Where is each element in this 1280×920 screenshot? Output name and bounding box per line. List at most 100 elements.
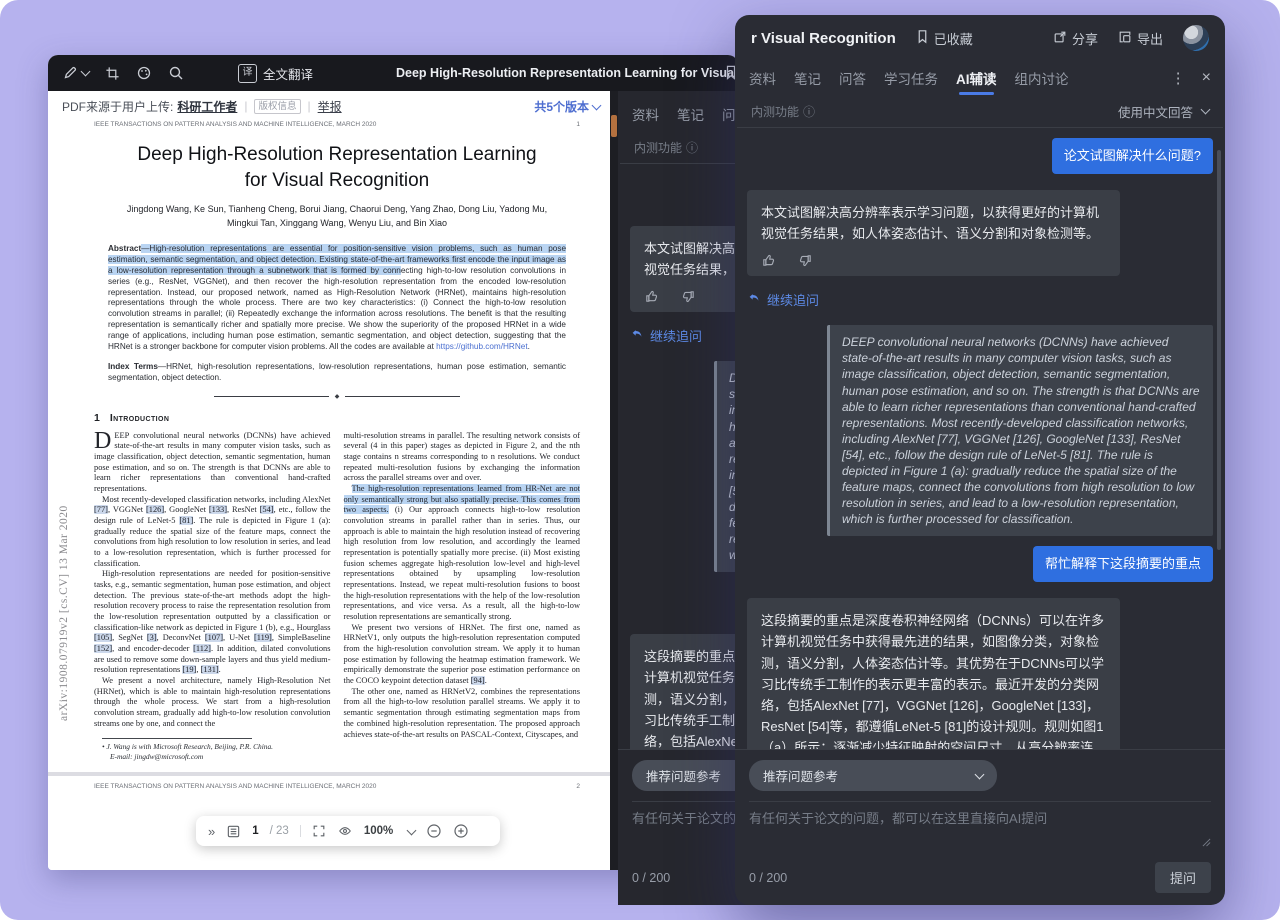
- paragraph: The other one, named as HRNetV2, combine…: [343, 686, 581, 739]
- thumbs-down-icon[interactable]: [798, 253, 813, 268]
- divider: [299, 825, 301, 837]
- pdf-page-1: IEEE TRANSACTIONS ON PATTERN ANALYSIS AN…: [48, 119, 610, 790]
- tab-tasks[interactable]: 学习任务: [884, 68, 938, 88]
- pdf-page-area: PDF来源于用户上传: 科研工作者 | 版权信息 | 举报 共5个版本 IEEE…: [48, 91, 610, 870]
- paragraph: We present two versions of HRNet. The fi…: [343, 622, 580, 686]
- page-number-input[interactable]: 1: [252, 825, 258, 837]
- paper-title: Deep High-Resolution Representation Lear…: [137, 144, 537, 191]
- panel-header: r Visual Recognition 已收藏 分享 导出: [735, 15, 1225, 61]
- expand-toolbar-button[interactable]: »: [208, 824, 215, 839]
- share-button[interactable]: 分享: [1053, 29, 1098, 48]
- page-number: 2: [576, 783, 580, 791]
- right-column: multi-resolution streams in parallel. Th…: [343, 430, 581, 763]
- follow-up-link[interactable]: 继续追问: [747, 290, 1213, 309]
- translate-icon: 译: [238, 63, 257, 83]
- chevron-down-icon: [591, 100, 602, 111]
- crop-tool-button[interactable]: [105, 66, 120, 81]
- tab-qa[interactable]: 问答: [839, 68, 866, 88]
- ai-message: 本文试图解决高分辨率表示学习问题，以获得更好的计算机视觉任务结果，如人体姿态估计…: [747, 190, 1120, 277]
- paragraph: We present a novel architecture, namely …: [94, 676, 331, 728]
- document-title: Deep High-Resolution Representation Lear…: [396, 66, 738, 80]
- reply-icon: [747, 291, 761, 308]
- github-link[interactable]: https://github.com/HRNet: [436, 342, 527, 351]
- close-icon[interactable]: ×: [1202, 69, 1211, 87]
- pen-tool-button[interactable]: [62, 65, 91, 81]
- tab-data[interactable]: 资料: [632, 104, 659, 124]
- chevron-down-icon: [974, 769, 985, 779]
- chevron-down-icon[interactable]: [406, 825, 417, 835]
- pen-icon: [62, 65, 78, 81]
- crop-icon: [105, 66, 120, 81]
- paragraph: The high-resolution representations lear…: [343, 484, 581, 622]
- suggested-questions-dropdown[interactable]: 推荐问题参考: [749, 760, 997, 791]
- thumbs-down-icon[interactable]: [681, 289, 696, 304]
- avatar[interactable]: [1183, 25, 1209, 51]
- palette-icon: [136, 65, 152, 81]
- uploader-link[interactable]: 科研工作者: [177, 98, 237, 115]
- copyright-badge[interactable]: 版权信息: [254, 98, 301, 114]
- question-input[interactable]: [749, 808, 1211, 848]
- tab-ai-reading[interactable]: AI辅读: [956, 68, 997, 95]
- favorite-button[interactable]: 已收藏: [916, 29, 973, 48]
- page-number: 1: [576, 121, 580, 128]
- reply-icon: [630, 327, 644, 344]
- answer-language-dropdown[interactable]: 使用中文回答: [1118, 102, 1211, 121]
- share-icon: [1053, 30, 1067, 47]
- page-total: / 23: [269, 825, 289, 837]
- reader-toolbar: 译 全文翻译 Deep High-Resolution Representati…: [48, 55, 738, 91]
- dropcap: D: [94, 427, 112, 454]
- pdf-page-2-head: IEEE TRANSACTIONS ON PATTERN ANALYSIS AN…: [94, 783, 580, 790]
- tab-notes[interactable]: 笔记: [677, 104, 704, 124]
- panel-scrollbar-thumb[interactable]: [1217, 150, 1221, 550]
- tab-notes[interactable]: 笔记: [794, 68, 821, 88]
- kebab-menu-icon[interactable]: ⋮: [1171, 69, 1186, 87]
- thumbs-up-icon[interactable]: [644, 289, 659, 304]
- running-head: IEEE TRANSACTIONS ON PATTERN ANALYSIS AN…: [94, 783, 377, 791]
- zoom-in-icon[interactable]: [453, 823, 469, 839]
- char-counter: 0 / 200: [632, 870, 671, 885]
- pdf-source-bar: PDF来源于用户上传: 科研工作者 | 版权信息 | 举报 共5个版本: [48, 91, 610, 119]
- translate-button[interactable]: 译 全文翻译: [238, 63, 314, 83]
- translate-label: 全文翻译: [263, 67, 314, 82]
- report-link[interactable]: 举报: [318, 98, 342, 115]
- search-icon: [168, 65, 184, 81]
- zoom-out-icon[interactable]: [426, 823, 442, 839]
- export-icon: [1118, 30, 1132, 47]
- pdf-scrollbar[interactable]: [610, 91, 618, 870]
- footnote-rule: [102, 737, 252, 739]
- ask-button[interactable]: 提问: [1154, 862, 1211, 893]
- tab-data[interactable]: 资料: [749, 68, 776, 88]
- eye-icon[interactable]: [337, 824, 353, 838]
- beta-label: 内测功能 ⓘ: [751, 104, 816, 119]
- info-icon: ⓘ: [803, 104, 816, 119]
- resize-handle-icon[interactable]: [1202, 834, 1211, 852]
- annotation-marker[interactable]: [611, 115, 617, 137]
- thumbnails-icon[interactable]: [226, 824, 241, 839]
- export-button[interactable]: 导出: [1118, 29, 1163, 48]
- tab-group-discussion[interactable]: 组内讨论: [1015, 68, 1069, 88]
- zoom-level[interactable]: 100%: [364, 825, 393, 837]
- divider: |: [244, 99, 248, 113]
- paragraph: D EEP convolutional neural networks (DCNN…: [94, 427, 331, 494]
- fullscreen-icon[interactable]: [312, 824, 326, 838]
- panel-title: r Visual Recognition: [751, 29, 896, 47]
- ai-panel-window: r Visual Recognition 已收藏 分享 导出 资料 笔记 问答: [735, 15, 1225, 905]
- search-tool-button[interactable]: [168, 65, 184, 81]
- user-message: 论文试图解决什么问题?: [1051, 138, 1213, 175]
- char-counter: 0 / 200: [749, 870, 788, 885]
- quoted-passage: DEEP convolutional neural networks (DCNN…: [827, 325, 1213, 537]
- info-icon: ⓘ: [686, 140, 699, 155]
- diamond-icon: ◆: [334, 393, 340, 400]
- ai-message: 这段摘要的重点是深度卷积神经网络（DCNNs）可以在许多计算机视觉任务中获得最先…: [747, 598, 1120, 749]
- paragraph: multi-resolution streams in parallel. Th…: [343, 430, 581, 483]
- palette-tool-button[interactable]: [136, 65, 152, 81]
- user-message: 帮忙解释下这段摘要的重点: [1032, 546, 1213, 583]
- thumbs-up-icon[interactable]: [761, 253, 776, 268]
- footnote: • J. Wang is with Microsoft Research, Be…: [102, 741, 274, 761]
- section-heading: 1 Introduction: [94, 411, 170, 424]
- section-separator: ◆: [214, 393, 460, 400]
- left-column: D EEP convolutional neural networks (DCNN…: [94, 427, 331, 763]
- arxiv-sidebar-text: arXiv:1908.07919v2 [cs.CV] 13 Mar 2020: [58, 505, 70, 721]
- versions-dropdown[interactable]: 共5个版本: [534, 98, 602, 115]
- chat-area: 论文试图解决什么问题? 本文试图解决高分辨率表示学习问题，以获得更好的计算机视觉…: [735, 128, 1225, 749]
